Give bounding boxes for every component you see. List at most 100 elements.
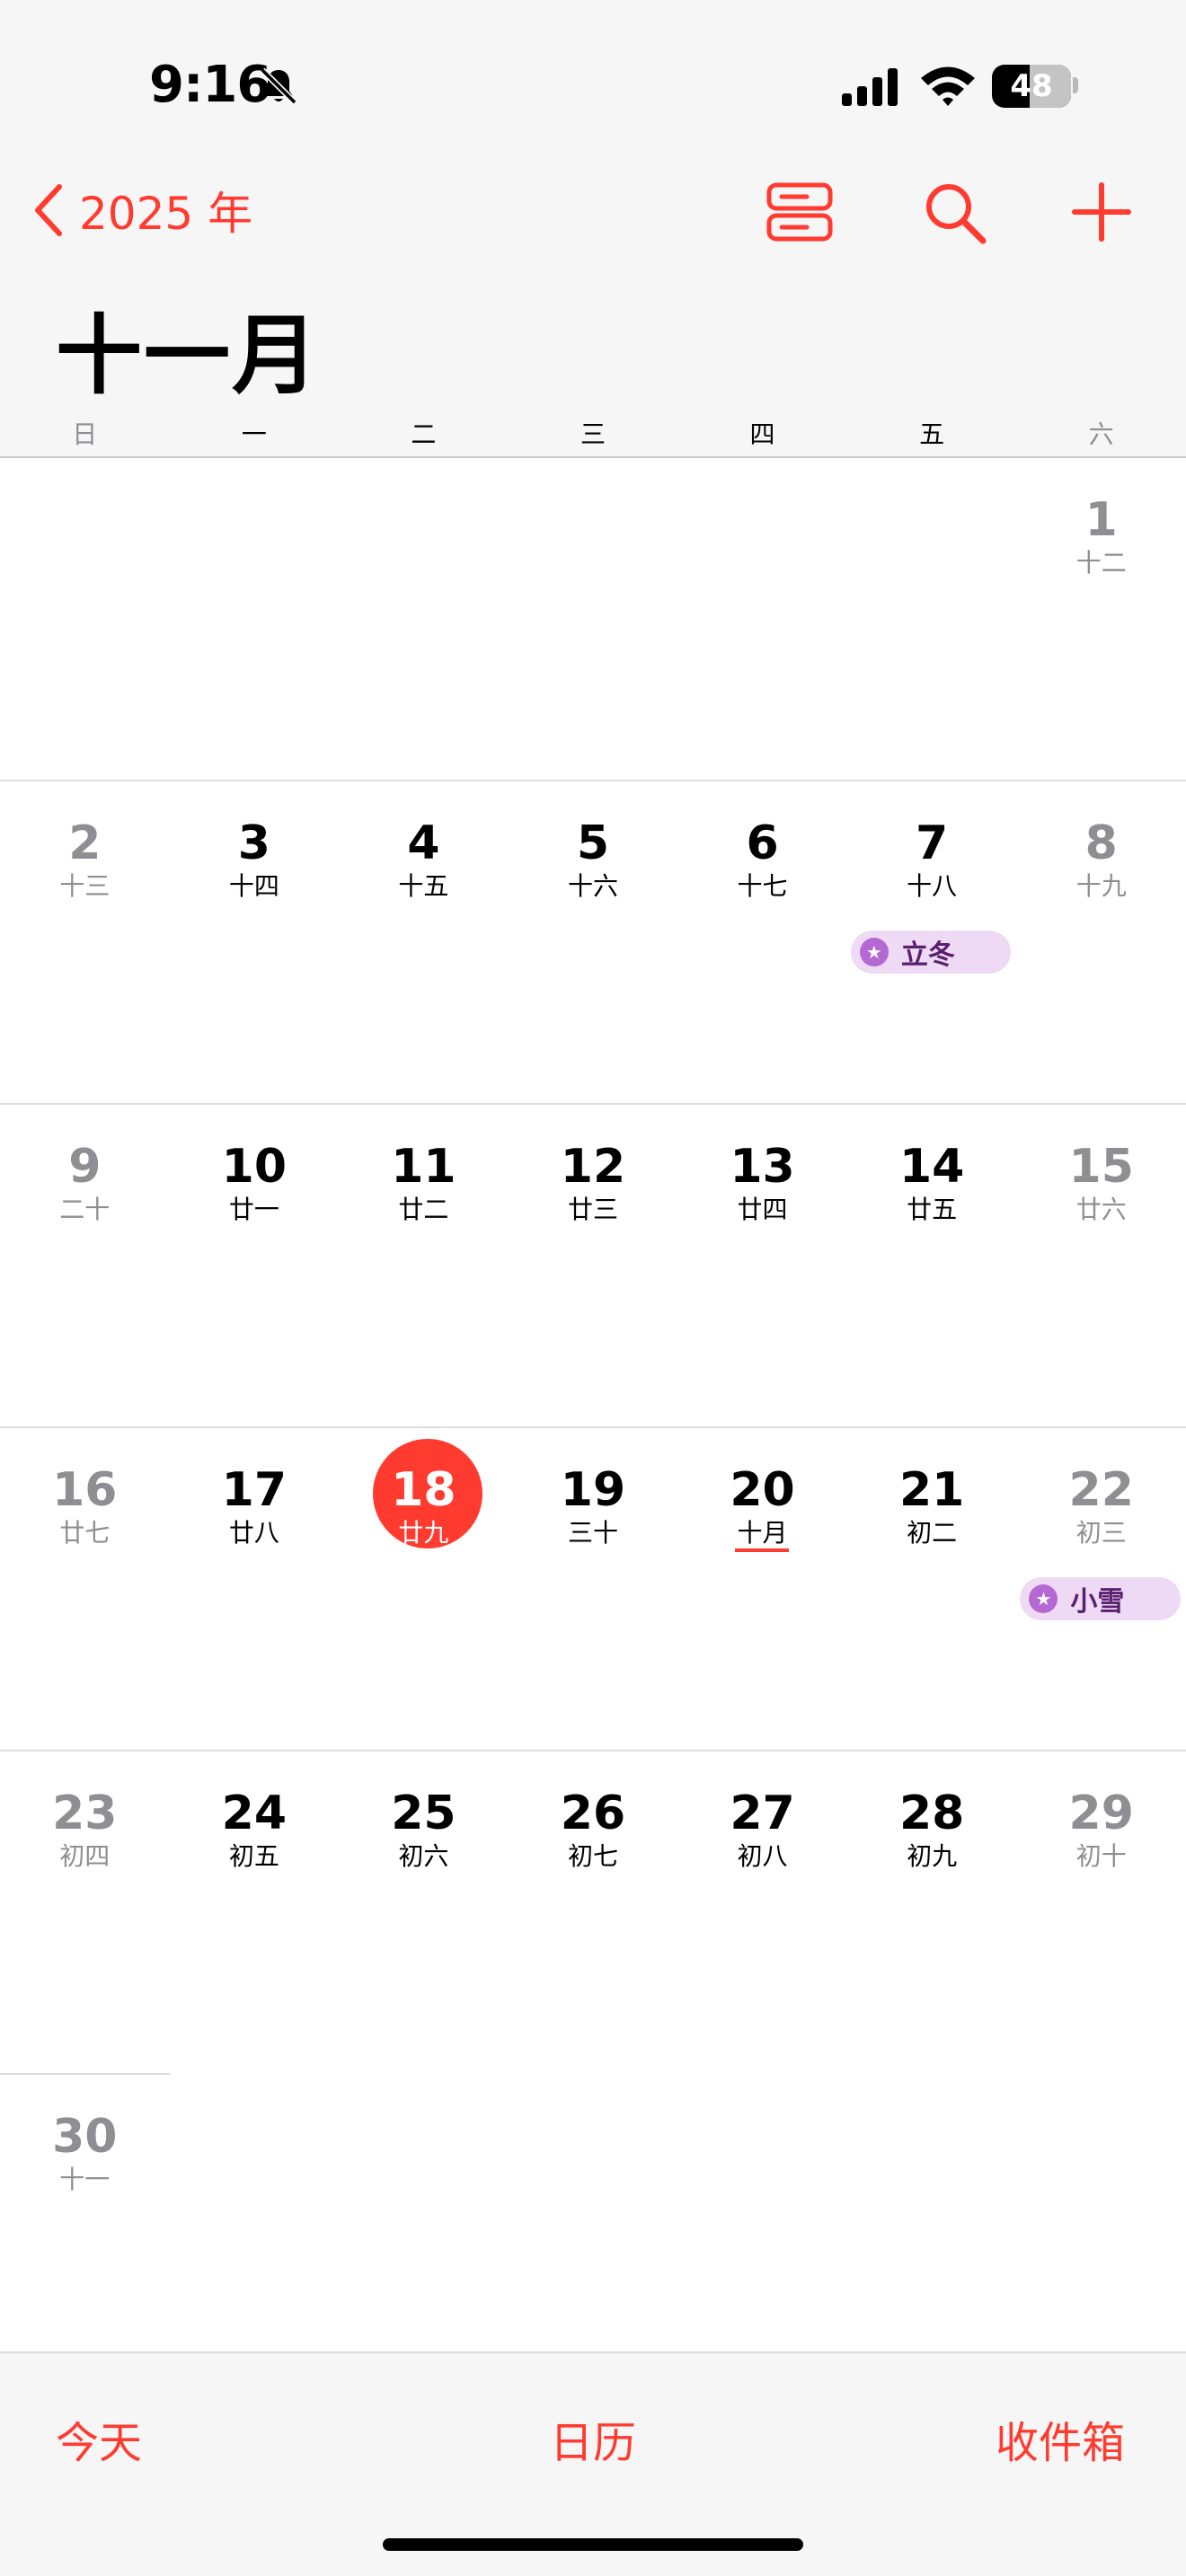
day-number: 25 [391, 1786, 456, 1840]
lunar-date: 廿五 [907, 1195, 958, 1224]
battery-tip [1073, 77, 1078, 93]
day-cell[interactable]: 7 十八 [847, 816, 1017, 902]
day-cell-today[interactable]: 18 廿九 [339, 1439, 509, 1548]
lunar-date: 三十 [567, 1518, 618, 1548]
day-cell[interactable]: 24 初五 [170, 1786, 340, 1872]
solar-term-event[interactable]: ★ 小雪 [1020, 1577, 1181, 1620]
lunar-date: 廿七 [59, 1518, 111, 1548]
day-number: 27 [730, 1786, 795, 1840]
search-icon[interactable] [918, 176, 990, 248]
day-number: 12 [560, 1140, 626, 1194]
lunar-date: 十八 [907, 871, 958, 901]
bottom-toolbar: 今天 日历 收件箱 [0, 2351, 1186, 2576]
day-number: 2 [68, 816, 102, 870]
lunar-month-start-underline [735, 1548, 790, 1552]
weekday-label: 日 [72, 419, 98, 449]
event-label: 小雪 [1070, 1586, 1125, 1618]
weekday-label: 三 [580, 419, 606, 449]
day-number: 1 [1084, 493, 1118, 547]
day-cell[interactable]: 22 初三 [1016, 1462, 1186, 1548]
day-number: 22 [1068, 1463, 1134, 1517]
lunar-date: 廿六 [1075, 1195, 1127, 1224]
day-cell[interactable]: 1 十二 [1016, 492, 1186, 578]
day-number: 14 [898, 1140, 965, 1194]
inbox-button[interactable]: 收件箱 [996, 2411, 1125, 2475]
day-cell[interactable]: 3 十四 [170, 816, 340, 902]
lunar-date: 廿一 [228, 1195, 279, 1224]
star-icon: ★ [859, 938, 889, 966]
battery-percentage: 48 [1010, 68, 1053, 104]
weekday-label: 二 [411, 419, 437, 449]
day-cell[interactable]: 10 廿一 [170, 1139, 340, 1225]
day-cell[interactable]: 23 初四 [0, 1786, 170, 1872]
list-view-icon[interactable] [764, 176, 836, 248]
week-divider [0, 1426, 1186, 1428]
week-divider [0, 780, 1186, 781]
day-cell[interactable]: 13 廿四 [677, 1139, 847, 1225]
day-number: 30 [52, 2110, 118, 2164]
day-number: 28 [898, 1786, 965, 1840]
weekday-label: 四 [749, 419, 775, 449]
lunar-date: 十三 [59, 871, 111, 901]
day-cell[interactable]: 17 廿八 [170, 1462, 340, 1548]
day-cell[interactable]: 28 初九 [847, 1786, 1017, 1872]
week-divider [0, 1750, 1186, 1751]
day-cell[interactable]: 14 廿五 [847, 1139, 1017, 1225]
star-icon: ★ [1029, 1584, 1058, 1613]
day-cell[interactable]: 29 初十 [1016, 1786, 1186, 1872]
day-number: 6 [746, 816, 779, 870]
home-indicator [383, 2538, 803, 2551]
lunar-date: 初九 [907, 1841, 958, 1871]
lunar-date: 初四 [59, 1841, 111, 1871]
lunar-date: 初六 [398, 1841, 449, 1871]
day-cell[interactable]: 26 初七 [509, 1786, 678, 1872]
day-cell[interactable]: 25 初六 [339, 1786, 509, 1872]
weekday-label: 六 [1088, 419, 1114, 449]
lunar-date: 初十 [1075, 1841, 1127, 1871]
today-button[interactable]: 今天 [56, 2411, 142, 2475]
lunar-date: 十五 [398, 871, 449, 901]
lunar-date: 初二 [907, 1518, 958, 1548]
day-number: 17 [221, 1463, 288, 1517]
day-cell[interactable]: 20 十月 [677, 1462, 847, 1552]
day-cell[interactable]: 9 二十 [0, 1139, 170, 1225]
back-to-year-button[interactable]: 2025 年 [31, 178, 252, 243]
day-cell[interactable]: 2 十三 [0, 816, 170, 902]
battery-icon: 48 [992, 65, 1071, 108]
day-cell[interactable]: 27 初八 [677, 1786, 847, 1872]
lunar-date: 初八 [737, 1841, 788, 1871]
day-number: 5 [576, 816, 610, 870]
day-cell[interactable]: 4 十五 [339, 816, 509, 902]
add-event-icon[interactable] [1066, 176, 1137, 248]
day-number: 26 [560, 1786, 626, 1840]
day-number: 19 [560, 1463, 626, 1517]
lunar-date: 十七 [737, 871, 788, 901]
lunar-date: 十六 [567, 871, 618, 901]
day-cell[interactable]: 15 廿六 [1016, 1139, 1186, 1225]
lunar-date: 廿八 [228, 1518, 279, 1548]
day-cell[interactable]: 8 十九 [1016, 816, 1186, 902]
day-number: 13 [730, 1140, 795, 1194]
week-divider [0, 2073, 170, 2075]
lunar-date: 十二 [1075, 548, 1127, 578]
lunar-date: 初三 [1075, 1518, 1127, 1548]
day-cell[interactable]: 19 三十 [509, 1462, 678, 1548]
lunar-date: 廿九 [398, 1518, 449, 1548]
lunar-date: 十四 [228, 871, 279, 901]
event-label: 立冬 [900, 940, 955, 971]
day-cell[interactable]: 6 十七 [677, 816, 847, 902]
lunar-date: 廿三 [567, 1195, 618, 1224]
day-cell[interactable]: 11 廿二 [339, 1139, 509, 1225]
lunar-date: 初五 [228, 1841, 279, 1871]
day-cell[interactable]: 21 初二 [847, 1462, 1017, 1548]
day-cell[interactable]: 5 十六 [509, 816, 678, 902]
solar-term-event[interactable]: ★ 立冬 [850, 931, 1012, 974]
calendars-button[interactable]: 日历 [550, 2411, 636, 2475]
wifi-icon [921, 66, 975, 106]
day-cell[interactable]: 30 十一 [0, 2109, 170, 2195]
lunar-date: 十九 [1075, 871, 1127, 901]
day-cell[interactable]: 12 廿三 [509, 1139, 678, 1225]
month-grid: 1 十二 2 十三 3 十四 4 十五 5 十六 6 十七 7 十八 8 十九 9 二十 10 廿一 11 廿二 12 廿三 1… [0, 458, 1186, 2351]
day-number: 29 [1068, 1786, 1134, 1840]
day-cell[interactable]: 16 廿七 [0, 1462, 170, 1548]
